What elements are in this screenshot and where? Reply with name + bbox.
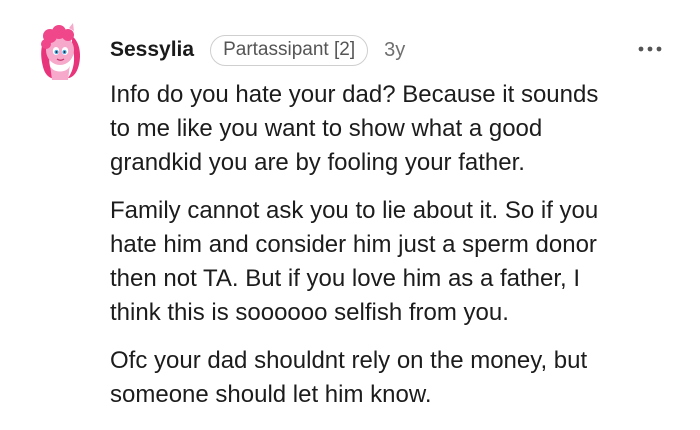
user-flair-badge: Partassipant [2] [210, 34, 369, 66]
comment-paragraph: Family cannot ask you to lie about it. S… [110, 197, 599, 326]
more-options-button[interactable] [633, 36, 667, 62]
comment: Sessylia Partassipant [2] 3y Info do you… [0, 0, 700, 430]
comment-paragraph: Info do you hate your dad? Because it so… [110, 81, 599, 176]
timestamp-link[interactable]: 3y [384, 39, 405, 62]
more-options-icon [638, 46, 662, 52]
pink-pony-avatar-icon [41, 23, 80, 80]
username-link[interactable]: Sessylia [110, 38, 194, 62]
comment-body: Info do you hate your dad? Because it so… [110, 78, 680, 426]
comment-paragraph: Ofc your dad shouldnt rely on the money,… [110, 347, 588, 408]
comment-header: Sessylia Partassipant [2] 3y [110, 33, 405, 67]
user-avatar[interactable] [36, 22, 84, 82]
